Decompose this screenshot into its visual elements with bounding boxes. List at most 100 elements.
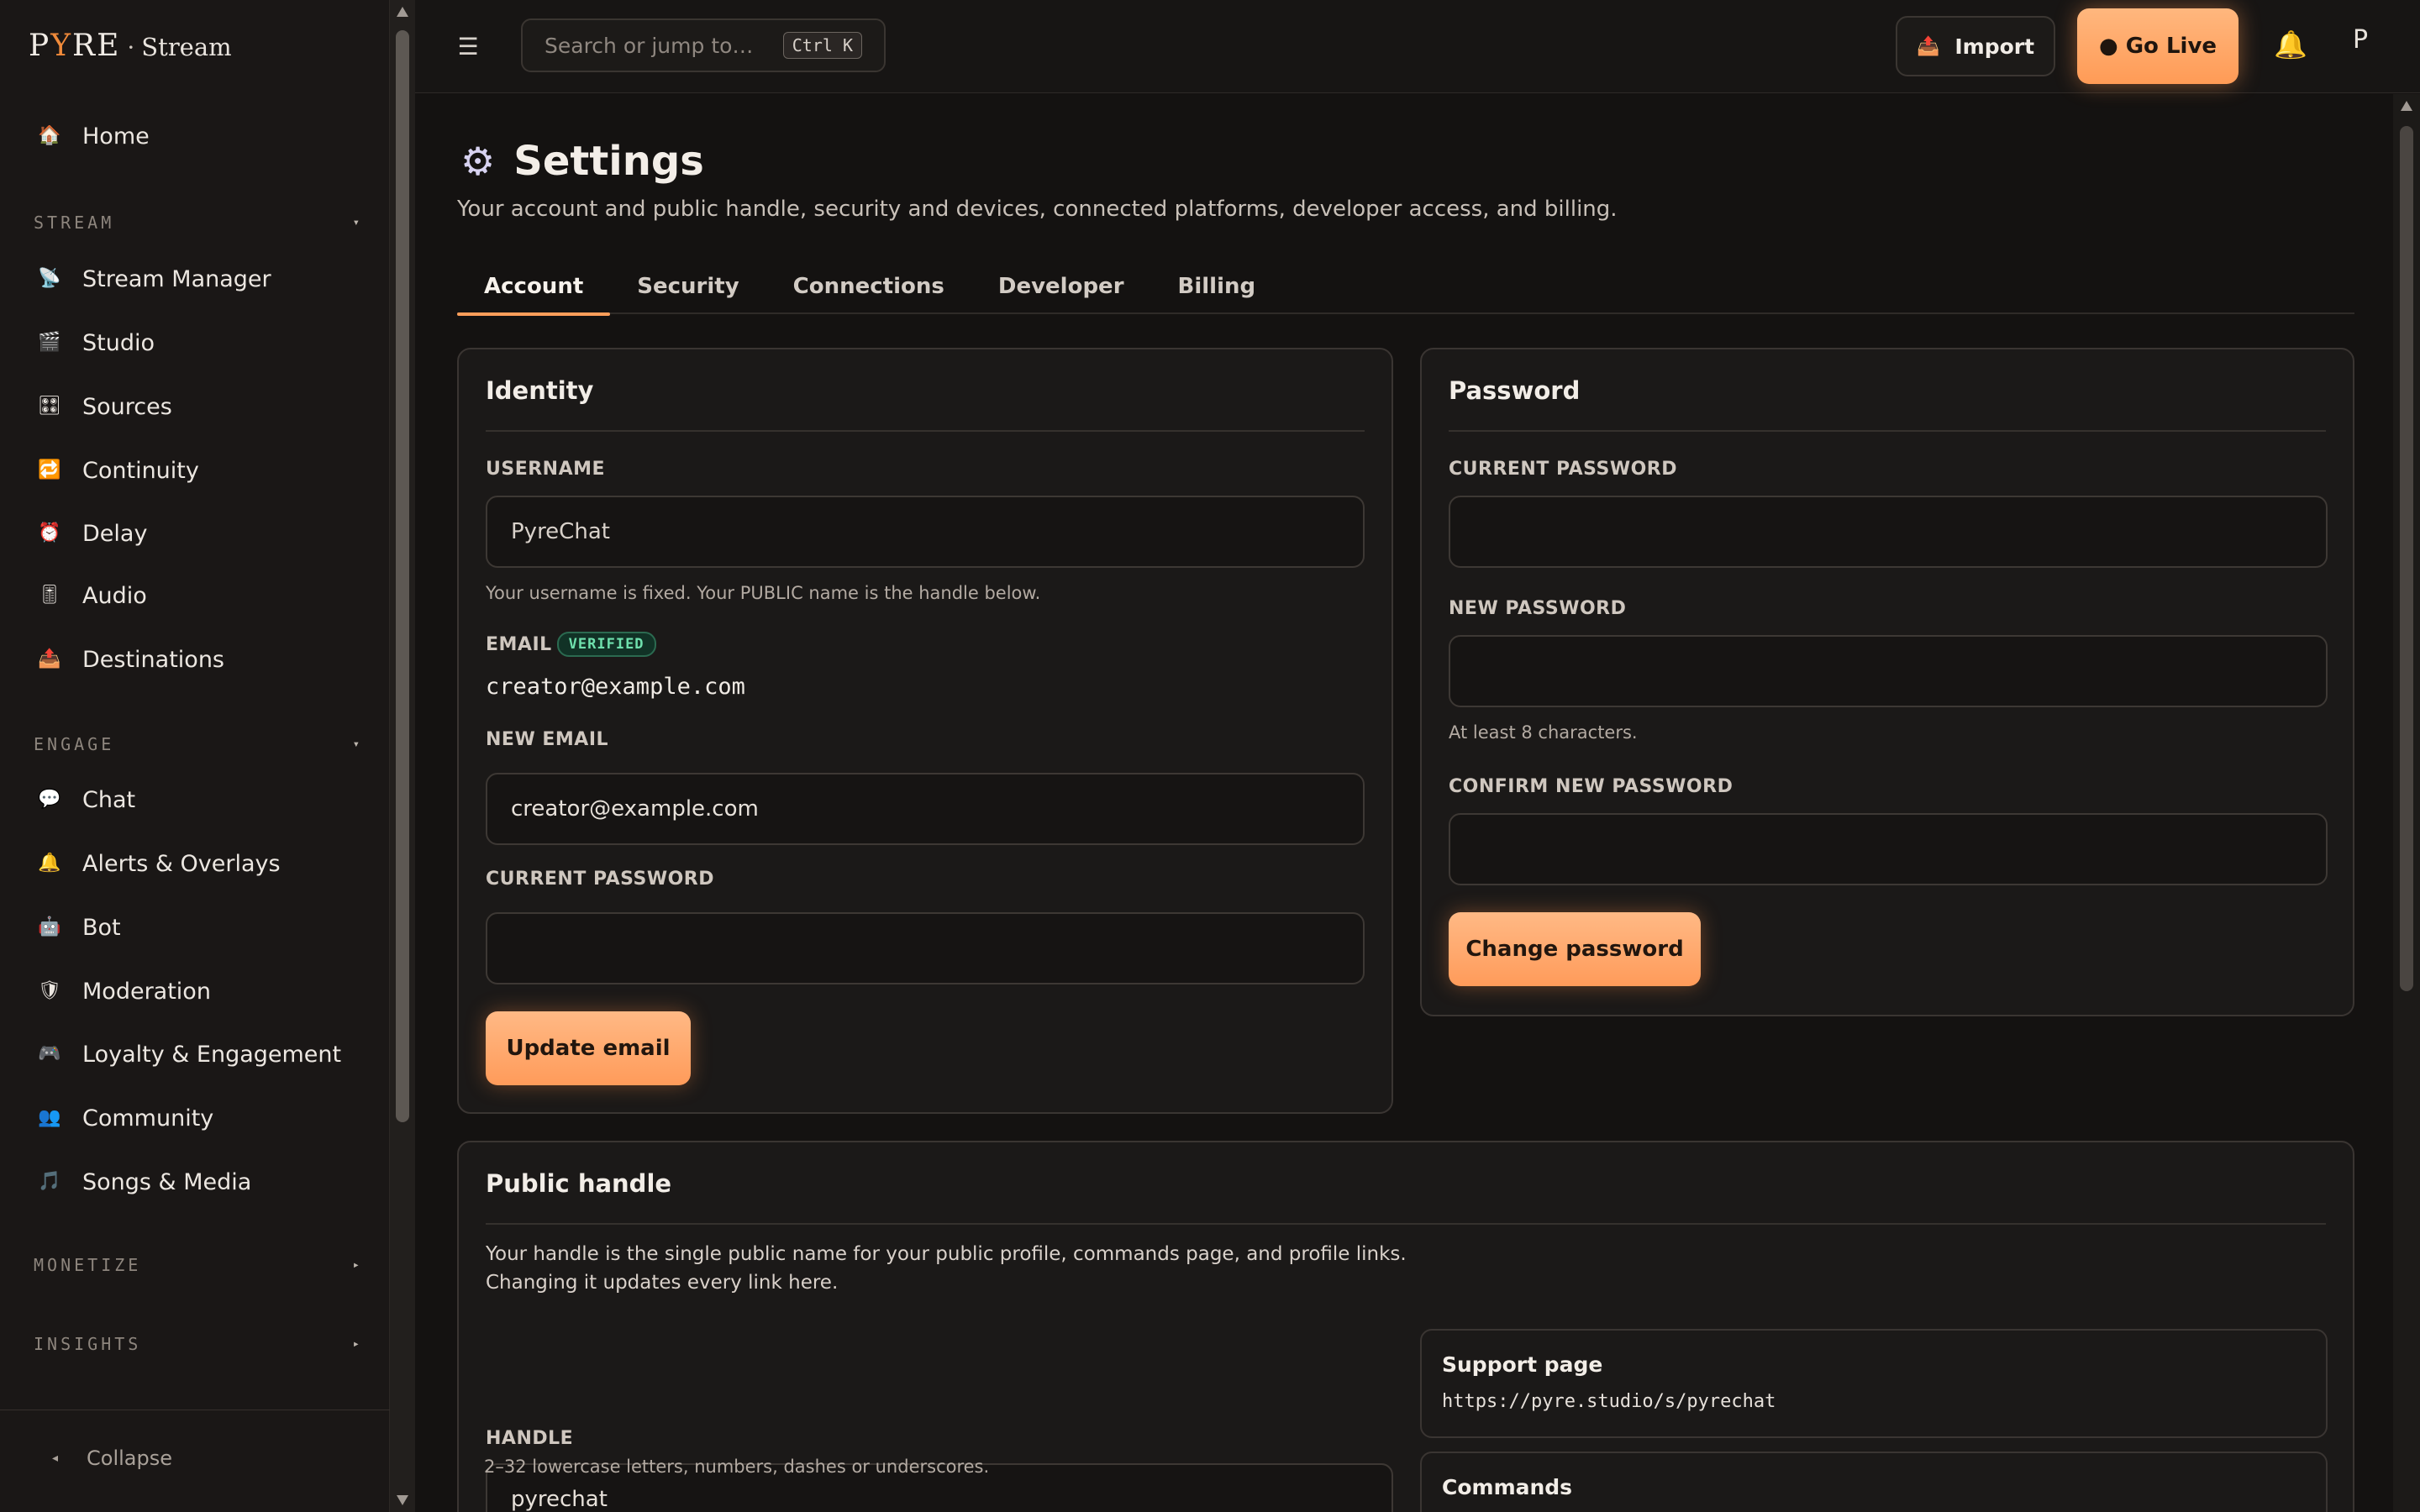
sidebar-item-label: Community	[82, 1105, 214, 1131]
sidebar-item-label: Moderation	[82, 978, 211, 1005]
sidebar-item-stream-manager[interactable]: 📡 Stream Manager	[35, 257, 363, 301]
robot-icon: 🤖	[38, 916, 61, 937]
main-scrollbar-thumb[interactable]	[2400, 126, 2413, 991]
status-badge: VERIFIED	[556, 632, 656, 657]
new-password-label: NEW PASSWORD	[1449, 598, 1627, 619]
current-password-field[interactable]	[486, 912, 1365, 984]
sidebar-item-destinations[interactable]: 📤 Destinations	[35, 638, 363, 681]
go-live-button[interactable]: ● Go Live	[2077, 8, 2238, 84]
support-page-link-card[interactable]: Support page https://pyre.studio/s/pyrec…	[1420, 1329, 2328, 1438]
scroll-down-arrow-icon[interactable]	[397, 1495, 408, 1505]
chevron-down-icon: ▾	[352, 216, 360, 229]
link-card-title: Commands	[1442, 1475, 1573, 1499]
new-email-field[interactable]: creator@example.com	[486, 773, 1365, 845]
sidebar-item-label: Sources	[82, 393, 172, 420]
scroll-up-arrow-icon[interactable]	[397, 7, 408, 17]
sidebar-item-label: Bot	[82, 914, 121, 941]
sidebar-item-label: Destinations	[82, 646, 225, 673]
search-placeholder: Search or jump to…	[544, 33, 754, 58]
section-toggle-insights[interactable]: INSIGHTS ▸	[34, 1331, 361, 1357]
tab-billing[interactable]: Billing	[1151, 259, 1283, 314]
search-input[interactable]: Search or jump to… Ctrl K	[521, 18, 886, 72]
notifications-bell-icon[interactable]: 🔔	[2274, 29, 2307, 60]
new-email-value: creator@example.com	[511, 796, 759, 822]
brand-logo[interactable]: PYRE · Stream	[29, 29, 232, 79]
sidebar-item-moderation[interactable]: 🛡 Moderation	[35, 969, 363, 1013]
link-card-title: Support page	[1442, 1352, 1603, 1377]
menu-icon[interactable]: ☰	[454, 32, 482, 60]
bell-icon: 🔔	[38, 853, 61, 874]
divider	[486, 430, 1365, 432]
import-label: Import	[1954, 34, 2035, 59]
sidebar-scrollbar[interactable]	[390, 0, 415, 1512]
tab-security[interactable]: Security	[610, 259, 765, 314]
new-password-field[interactable]	[1449, 635, 2328, 707]
handle-hint: 2–32 lowercase letters, numbers, dashes …	[484, 1457, 990, 1477]
confirm-password-label: CONFIRM NEW PASSWORD	[1449, 776, 1733, 797]
chevron-right-icon: ▸	[352, 1337, 360, 1351]
sidebar-item-studio[interactable]: 🎬 Studio	[35, 321, 363, 365]
settings-page: ⚙ Settings Your account and public handl…	[415, 94, 2393, 1512]
main-scrollbar[interactable]	[2393, 94, 2420, 1512]
sidebar-item-continuity[interactable]: 🔁 Continuity	[35, 449, 363, 492]
section-toggle-stream[interactable]: STREAM ▾	[34, 210, 361, 235]
tab-connections[interactable]: Connections	[766, 259, 971, 314]
sidebar-item-audio[interactable]: 🎚 Audio	[35, 574, 363, 617]
sidebar-item-label: Continuity	[82, 457, 199, 484]
username-hint: Your username is fixed. Your PUBLIC name…	[486, 583, 1041, 603]
avatar[interactable]: P	[2353, 25, 2368, 55]
shield-icon: 🛡	[38, 980, 61, 1001]
sidebar-item-songs-media[interactable]: 🎵 Songs & Media	[35, 1160, 363, 1204]
commands-link-card[interactable]: Commands	[1420, 1452, 2328, 1512]
sidebar-item-label: Studio	[82, 329, 155, 356]
divider	[486, 1223, 2326, 1225]
handle-description: Your handle is the single public name fo…	[486, 1240, 1407, 1297]
clapper-icon: 🎬	[38, 332, 61, 353]
sidebar-item-sources[interactable]: 🎛 Sources	[35, 385, 363, 428]
scroll-up-arrow-icon[interactable]	[2401, 101, 2412, 111]
tab-account[interactable]: Account	[457, 259, 611, 316]
sidebar-item-home[interactable]: 🏠 Home	[35, 114, 363, 158]
sidebar-item-community[interactable]: 👥 Community	[35, 1096, 363, 1140]
sidebar-item-label: Home	[82, 123, 150, 150]
sidebar-item-bot[interactable]: 🤖 Bot	[35, 906, 363, 949]
section-title: ENGAGE	[34, 734, 115, 754]
sidebar-item-label: Chat	[82, 786, 136, 813]
change-password-button[interactable]: Change password	[1449, 912, 1701, 986]
section-title: STREAM	[34, 213, 115, 233]
logo-wordmark: PYRE	[29, 29, 121, 63]
sidebar-item-label: Stream Manager	[82, 265, 271, 292]
logo-separator: ·	[127, 34, 135, 61]
section-title: INSIGHTS	[34, 1334, 142, 1354]
page-subtitle: Your account and public handle, security…	[457, 197, 1618, 222]
sidebar-item-alerts-overlays[interactable]: 🔔 Alerts & Overlays	[35, 842, 363, 885]
sidebar: PYRE · Stream 🏠 Home STREAM ▾ 📡 Stream M…	[0, 0, 390, 1512]
email-label: EMAIL VERIFIED	[486, 632, 656, 657]
sidebar-item-loyalty-engagement[interactable]: 🎮 Loyalty & Engagement	[35, 1032, 363, 1076]
sidebar-item-delay[interactable]: ⏰ Delay	[35, 512, 363, 555]
collapse-sidebar-button[interactable]: ◂ Collapse	[52, 1446, 172, 1470]
sidebar-item-label: Songs & Media	[82, 1168, 252, 1195]
tab-developer[interactable]: Developer	[971, 259, 1151, 314]
music-note-icon: 🎵	[38, 1171, 61, 1192]
new-password-hint: At least 8 characters.	[1449, 722, 1638, 743]
current-password-label: CURRENT PASSWORD	[486, 869, 714, 890]
section-toggle-monetize[interactable]: MONETIZE ▸	[34, 1252, 361, 1278]
username-field[interactable]: PyreChat	[486, 496, 1365, 568]
link-card-url[interactable]: https://pyre.studio/s/pyrechat	[1442, 1391, 1776, 1412]
sidebar-scrollbar-thumb[interactable]	[396, 30, 409, 1122]
confirm-password-field[interactable]	[1449, 813, 2328, 885]
email-label-text: EMAIL	[486, 633, 552, 655]
import-button[interactable]: 📤 Import	[1896, 16, 2055, 76]
card-title: Identity	[486, 376, 594, 405]
people-icon: 👥	[38, 1107, 61, 1128]
gamepad-icon: 🎮	[38, 1043, 61, 1064]
page-title-text: Settings	[513, 138, 704, 185]
current-password-field[interactable]	[1449, 496, 2328, 568]
card-title: Public handle	[486, 1169, 672, 1198]
sidebar-item-label: Delay	[82, 520, 148, 547]
sidebar-item-chat[interactable]: 💬 Chat	[35, 778, 363, 822]
update-email-button[interactable]: Update email	[486, 1011, 691, 1085]
section-toggle-engage[interactable]: ENGAGE ▾	[34, 732, 361, 757]
keyboard-shortcut-hint: Ctrl K	[782, 32, 862, 59]
